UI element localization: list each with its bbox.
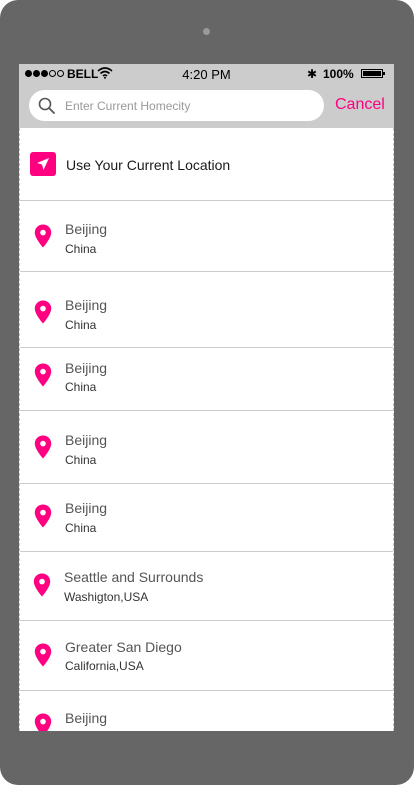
location-item[interactable]: Beijing China — [20, 201, 393, 272]
use-current-location-label: Use Your Current Location — [66, 157, 231, 173]
status-bar: BELL 4:20 PM ✱ 100% — [19, 64, 394, 84]
location-item[interactable]: Greater San Diego California,USA — [20, 621, 393, 691]
search-field[interactable] — [29, 90, 324, 121]
location-city: Beijing — [65, 500, 108, 516]
location-region: China — [65, 521, 97, 535]
location-item[interactable]: Beijing China — [20, 411, 393, 484]
location-region: Washigton,USA — [64, 590, 149, 604]
camera-dot — [203, 28, 210, 35]
screen: BELL 4:20 PM ✱ 100% Enter Current Homeci… — [19, 64, 394, 731]
location-pin-icon — [34, 363, 52, 387]
location-city: Beijing — [65, 432, 108, 448]
location-city: Beijing — [65, 297, 108, 313]
location-city: Beijing — [65, 221, 108, 237]
location-region: China — [65, 453, 97, 467]
use-current-location-row[interactable]: Use Your Current Location — [20, 128, 393, 201]
location-item[interactable]: Beijing China — [20, 484, 393, 552]
location-pin-icon — [33, 573, 51, 597]
location-pin-icon — [34, 643, 52, 667]
location-item[interactable]: Beijing China — [20, 348, 393, 411]
search-bar: Cancel — [19, 84, 394, 128]
location-pin-icon — [34, 713, 52, 731]
location-list: Use Your Current Location Beijing China … — [19, 128, 394, 731]
location-pin-icon — [34, 300, 52, 324]
location-item[interactable]: Seattle and Surrounds Washigton,USA — [20, 552, 393, 621]
location-region: China — [65, 242, 97, 256]
search-icon — [38, 97, 55, 114]
location-city: Seattle and Surrounds — [64, 569, 204, 585]
location-region: China — [65, 318, 97, 332]
search-input[interactable] — [65, 90, 315, 121]
location-region: China — [65, 380, 97, 394]
location-region: California,USA — [65, 659, 144, 673]
phone-frame: BELL 4:20 PM ✱ 100% Enter Current Homeci… — [0, 0, 414, 785]
location-city: Beijing — [65, 710, 108, 726]
location-pin-icon — [34, 435, 52, 459]
location-city: Beijing — [65, 360, 108, 376]
location-item[interactable]: Beijing — [20, 691, 393, 731]
location-pin-icon — [34, 504, 52, 528]
location-item[interactable]: Beijing China — [20, 272, 393, 348]
bluetooth-icon: ✱ — [307, 67, 318, 81]
cancel-button[interactable]: Cancel — [335, 96, 385, 114]
location-city: Greater San Diego — [65, 639, 182, 655]
navigation-arrow-icon — [30, 152, 56, 176]
battery-percentage: 100% — [323, 67, 354, 81]
battery-icon — [361, 69, 385, 78]
location-pin-icon — [34, 224, 52, 248]
